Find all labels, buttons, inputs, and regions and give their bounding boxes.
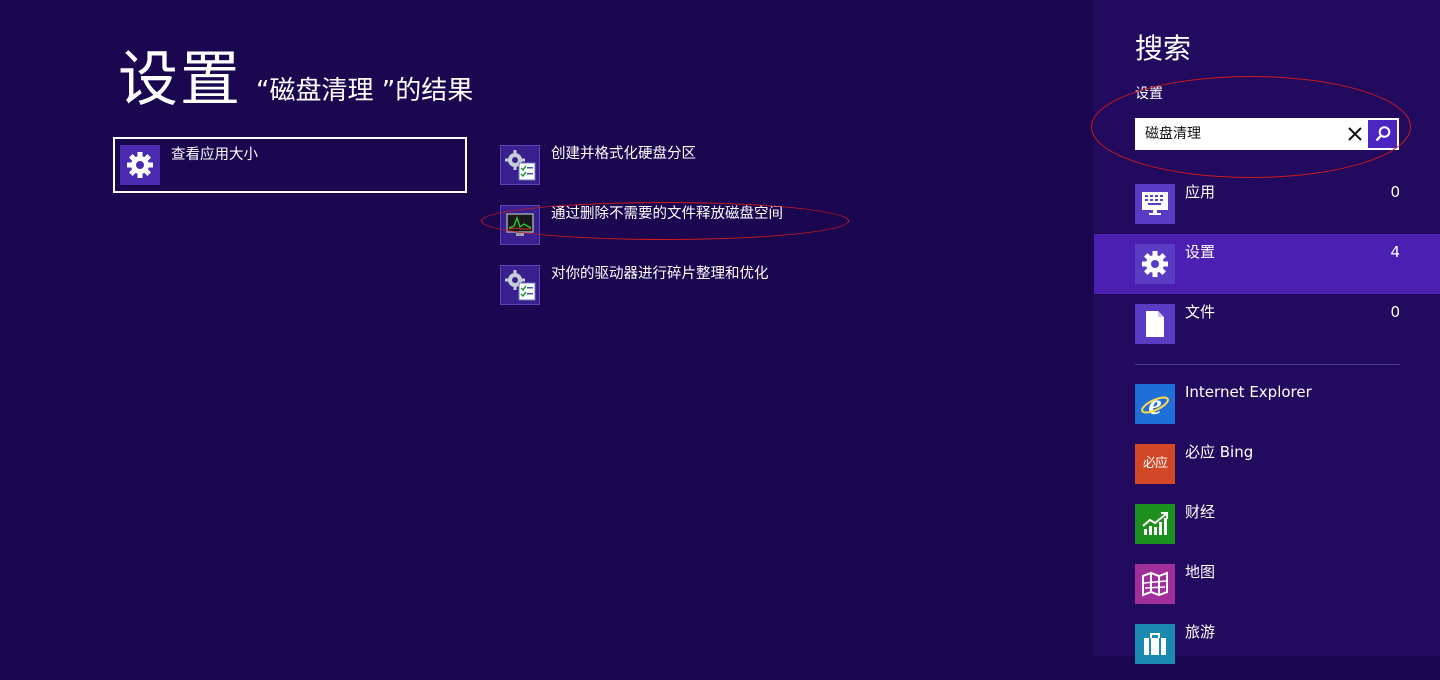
search-app-finance[interactable]: 财经	[1094, 500, 1440, 560]
result-item-disk-cleanup[interactable]: 通过删除不需要的文件释放磁盘空间	[498, 203, 898, 259]
search-category-apps[interactable]: 应用 0	[1094, 174, 1440, 234]
results-area: 设置 “磁盘清理 ”的结果 查看应用大小 创建并格式化硬盘分区 通过删除不需要的…	[0, 0, 1094, 656]
search-app-maps[interactable]: 地图	[1094, 560, 1440, 620]
bing-icon-text: 必应	[1142, 456, 1168, 471]
search-category-settings[interactable]: 设置 4	[1094, 234, 1440, 294]
app-label: 旅游	[1185, 623, 1216, 641]
page-title: 设置	[118, 45, 242, 115]
divider	[1135, 364, 1400, 365]
results-subtitle: “磁盘清理 ”的结果	[256, 76, 474, 106]
bing-icon: 必应	[1135, 444, 1175, 484]
category-count: 0	[1390, 303, 1400, 321]
clear-search-button[interactable]	[1341, 120, 1369, 148]
search-app-travel[interactable]: 旅游	[1094, 620, 1440, 680]
result-item-create-format-partitions[interactable]: 创建并格式化硬盘分区	[498, 143, 898, 199]
category-label: 设置	[1185, 243, 1216, 261]
search-pane-title: 搜索	[1135, 32, 1192, 65]
svg-text:e: e	[1148, 388, 1161, 420]
close-icon	[1348, 127, 1362, 141]
document-icon	[1135, 304, 1175, 344]
search-category-files[interactable]: 文件 0	[1094, 294, 1440, 354]
gear-icon	[120, 145, 160, 185]
result-item-defragment-optimize[interactable]: 对你的驱动器进行碎片整理和优化	[498, 263, 898, 319]
search-input[interactable]: 磁盘清理	[1135, 118, 1399, 150]
control-panel-gear-checklist-icon	[500, 265, 540, 305]
category-count: 4	[1390, 243, 1400, 261]
result-label: 通过删除不需要的文件释放磁盘空间	[551, 206, 783, 222]
gear-icon	[1135, 244, 1175, 284]
search-query-text: 磁盘清理	[1145, 126, 1201, 142]
app-label: Internet Explorer	[1185, 383, 1312, 401]
category-label: 应用	[1185, 183, 1216, 201]
internet-explorer-icon: e	[1135, 384, 1175, 424]
app-label: 必应 Bing	[1185, 443, 1254, 461]
result-label: 查看应用大小	[171, 147, 258, 163]
search-app-bing[interactable]: 必应 必应 Bing	[1094, 440, 1440, 500]
search-button[interactable]	[1368, 120, 1397, 148]
search-app-internet-explorer[interactable]: e Internet Explorer	[1094, 380, 1440, 440]
search-scope-label: 设置	[1135, 86, 1163, 102]
finance-chart-icon	[1135, 504, 1175, 544]
map-icon	[1135, 564, 1175, 604]
travel-suitcase-icon	[1135, 624, 1175, 664]
search-charm-pane: 搜索 设置 磁盘清理 应用 0 设置 4 文件 0 e Internet Exp…	[1091, 0, 1440, 664]
disk-cleanup-monitor-icon	[500, 205, 540, 245]
category-label: 文件	[1185, 303, 1216, 321]
search-icon	[1375, 126, 1390, 142]
category-count: 0	[1390, 183, 1400, 201]
app-label: 地图	[1185, 563, 1216, 581]
result-label: 对你的驱动器进行碎片整理和优化	[551, 266, 769, 282]
result-label: 创建并格式化硬盘分区	[551, 146, 696, 162]
app-label: 财经	[1185, 503, 1216, 521]
result-item-view-app-sizes[interactable]: 查看应用大小	[113, 137, 467, 193]
control-panel-gear-checklist-icon	[500, 145, 540, 185]
keyboard-monitor-icon	[1135, 184, 1175, 224]
